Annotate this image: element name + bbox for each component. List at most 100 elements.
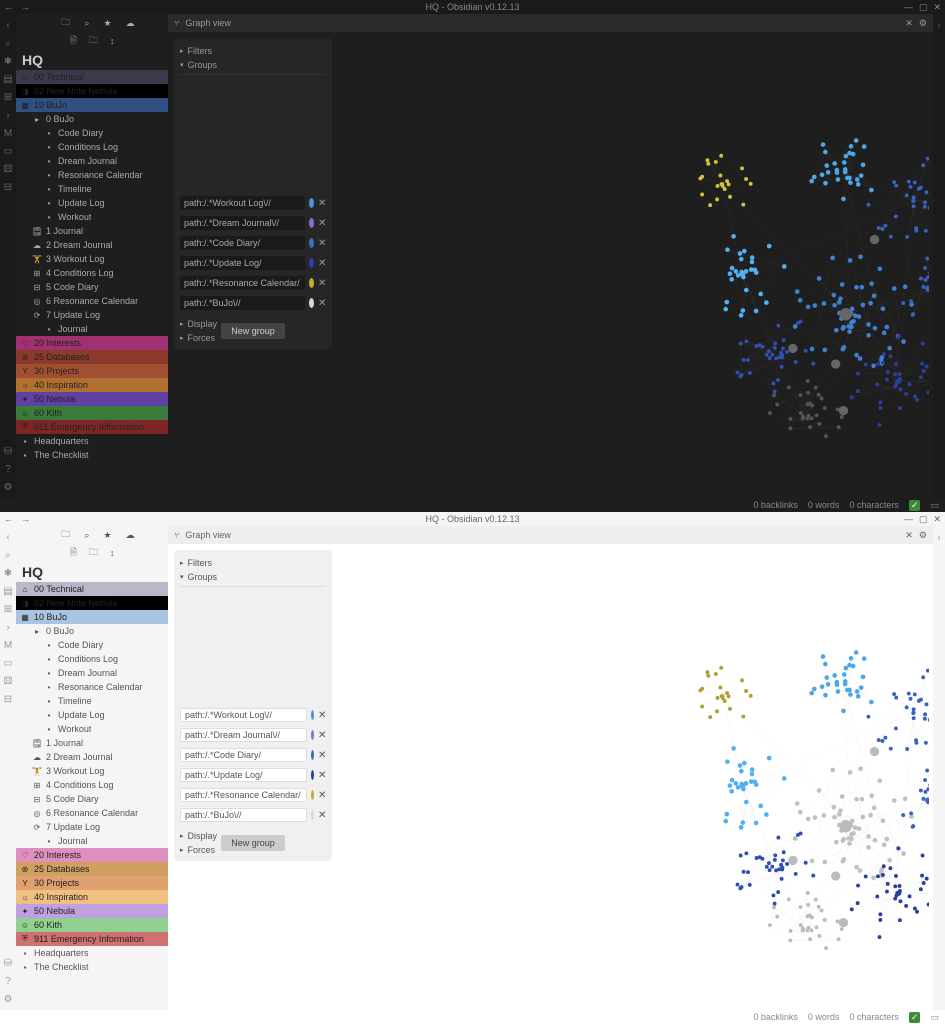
group-color-swatch[interactable] xyxy=(311,710,314,720)
command-icon[interactable]: › xyxy=(3,622,13,632)
expand-right-icon[interactable]: › xyxy=(938,20,941,30)
new-folder-icon[interactable]: 🗀 xyxy=(89,33,98,49)
tree-item[interactable]: •Journal xyxy=(16,834,168,848)
remove-group-icon[interactable]: ✕ xyxy=(318,710,326,721)
markdown-icon[interactable]: M xyxy=(3,128,13,138)
tree-item[interactable]: ⌂00 Technical xyxy=(16,70,168,84)
search-tab-icon[interactable]: ⌕ xyxy=(84,530,89,541)
tree-item[interactable]: ◎6 Resonance Calendar xyxy=(16,294,168,308)
expand-right-icon[interactable]: › xyxy=(938,532,941,542)
tree-item[interactable]: ♡20 Interests xyxy=(16,336,168,350)
new-folder-icon[interactable]: 🗀 xyxy=(89,545,98,561)
close-view-icon[interactable]: ✕ xyxy=(905,530,913,541)
slides-icon[interactable]: ▭ xyxy=(3,658,13,668)
vault-icon[interactable]: ⛁ xyxy=(3,958,13,968)
editor-mode-icon[interactable]: ▭ xyxy=(930,500,939,511)
groups-section[interactable]: ▾Groups xyxy=(180,570,326,584)
tree-item[interactable]: ▦10 BuJo xyxy=(16,610,168,624)
tree-item[interactable]: ▸0 BuJo xyxy=(16,624,168,638)
view-settings-icon[interactable]: ⚙ xyxy=(919,530,927,541)
tree-item[interactable]: ◎6 Resonance Calendar xyxy=(16,806,168,820)
remove-group-icon[interactable]: ✕ xyxy=(318,238,326,249)
remove-group-icon[interactable]: ✕ xyxy=(318,278,326,289)
tree-item[interactable]: •Resonance Calendar xyxy=(16,680,168,694)
remove-group-icon[interactable]: ✕ xyxy=(318,258,326,269)
sort-icon[interactable]: ↕ xyxy=(110,548,115,558)
tree-item[interactable]: •Code Diary xyxy=(16,126,168,140)
sync-tab-icon[interactable]: ☁ xyxy=(126,530,135,541)
tree-item[interactable]: •Update Log xyxy=(16,708,168,722)
group-query-input[interactable] xyxy=(180,748,307,762)
graph-icon[interactable]: ✱ xyxy=(3,568,13,578)
tree-item[interactable]: •Conditions Log xyxy=(16,140,168,154)
files-tab-icon[interactable]: 🗀 xyxy=(61,527,70,543)
new-note-icon[interactable]: 🗎 xyxy=(70,33,77,49)
group-color-swatch[interactable] xyxy=(311,790,314,800)
group-color-swatch[interactable] xyxy=(309,258,314,268)
minimize-icon[interactable]: — xyxy=(904,2,913,13)
collapse-icon[interactable]: ‹ xyxy=(3,20,13,30)
template-icon[interactable]: ⊞ xyxy=(3,604,13,614)
tree-item[interactable]: 🏋3 Workout Log xyxy=(16,252,168,266)
tree-item[interactable]: •Timeline xyxy=(16,182,168,196)
group-query-input[interactable] xyxy=(180,788,307,802)
tree-item[interactable]: ⟳7 Update Log xyxy=(16,820,168,834)
vault-icon[interactable]: ⛁ xyxy=(3,446,13,456)
group-color-swatch[interactable] xyxy=(309,278,314,288)
tree-item[interactable]: ◨02 New Note Nebula xyxy=(16,596,168,610)
group-query-input[interactable] xyxy=(180,768,307,782)
group-color-swatch[interactable] xyxy=(309,298,314,308)
tree-item[interactable]: ▪Headquarters xyxy=(16,434,168,448)
group-query-input[interactable] xyxy=(180,276,305,290)
tree-item[interactable]: ▸0 BuJo xyxy=(16,112,168,126)
sort-icon[interactable]: ↕ xyxy=(110,36,115,46)
tree-item[interactable]: ♡20 Interests xyxy=(16,848,168,862)
tree-item[interactable]: ⊛25 Databases xyxy=(16,350,168,364)
tree-item[interactable]: •Resonance Calendar xyxy=(16,168,168,182)
tree-item[interactable]: •Code Diary xyxy=(16,638,168,652)
groups-section[interactable]: ▾Groups xyxy=(180,58,326,72)
tree-item[interactable]: 🗒1 Journal xyxy=(16,224,168,238)
daily-note-icon[interactable]: ▤ xyxy=(3,74,13,84)
forces-section[interactable]: ▸Forces xyxy=(180,843,326,857)
tree-item[interactable]: Y30 Projects xyxy=(16,876,168,890)
tree-item[interactable]: ▦10 BuJo xyxy=(16,98,168,112)
tree-item[interactable]: ⊞4 Conditions Log xyxy=(16,266,168,280)
sync-tab-icon[interactable]: ☁ xyxy=(126,18,135,29)
tree-item[interactable]: ☁2 Dream Journal xyxy=(16,238,168,252)
group-query-input[interactable] xyxy=(180,728,307,742)
tree-item[interactable]: •Journal xyxy=(16,322,168,336)
remove-group-icon[interactable]: ✕ xyxy=(318,198,326,209)
workspace-icon[interactable]: ⊟ xyxy=(3,694,13,704)
help-icon[interactable]: ? xyxy=(3,464,13,474)
group-color-swatch[interactable] xyxy=(311,750,314,760)
tree-item[interactable]: •Dream Journal xyxy=(16,154,168,168)
tree-item[interactable]: •Timeline xyxy=(16,694,168,708)
forward-icon[interactable]: → xyxy=(21,2,30,12)
group-query-input[interactable] xyxy=(180,236,305,250)
spellcheck-icon[interactable]: ✓ xyxy=(909,500,921,511)
starred-tab-icon[interactable]: ★ xyxy=(103,530,111,541)
group-color-swatch[interactable] xyxy=(309,238,314,248)
tree-item[interactable]: ⛨911 Emergency Information xyxy=(16,420,168,434)
starred-tab-icon[interactable]: ★ xyxy=(103,18,111,29)
filters-section[interactable]: ▸Filters xyxy=(180,556,326,570)
group-query-input[interactable] xyxy=(180,256,305,270)
collapse-icon[interactable]: ‹ xyxy=(3,532,13,542)
tree-item[interactable]: ☁2 Dream Journal xyxy=(16,750,168,764)
settings-icon[interactable]: ⚙ xyxy=(3,482,13,492)
random-icon[interactable]: ⚄ xyxy=(3,676,13,686)
tree-item[interactable]: •Workout xyxy=(16,210,168,224)
tree-item[interactable]: ⛨911 Emergency Information xyxy=(16,932,168,946)
close-icon[interactable]: ✕ xyxy=(933,2,941,13)
maximize-icon[interactable]: ▢ xyxy=(919,514,928,525)
new-note-icon[interactable]: 🗎 xyxy=(70,545,77,561)
tree-item[interactable]: ⊟5 Code Diary xyxy=(16,792,168,806)
workspace-icon[interactable]: ⊟ xyxy=(3,182,13,192)
forces-section[interactable]: ▸Forces xyxy=(180,331,326,345)
group-color-swatch[interactable] xyxy=(311,810,314,820)
remove-group-icon[interactable]: ✕ xyxy=(318,730,326,741)
tree-item[interactable]: •Dream Journal xyxy=(16,666,168,680)
spellcheck-icon[interactable]: ✓ xyxy=(909,1012,921,1023)
tree-item[interactable]: ☺60 Kith xyxy=(16,406,168,420)
